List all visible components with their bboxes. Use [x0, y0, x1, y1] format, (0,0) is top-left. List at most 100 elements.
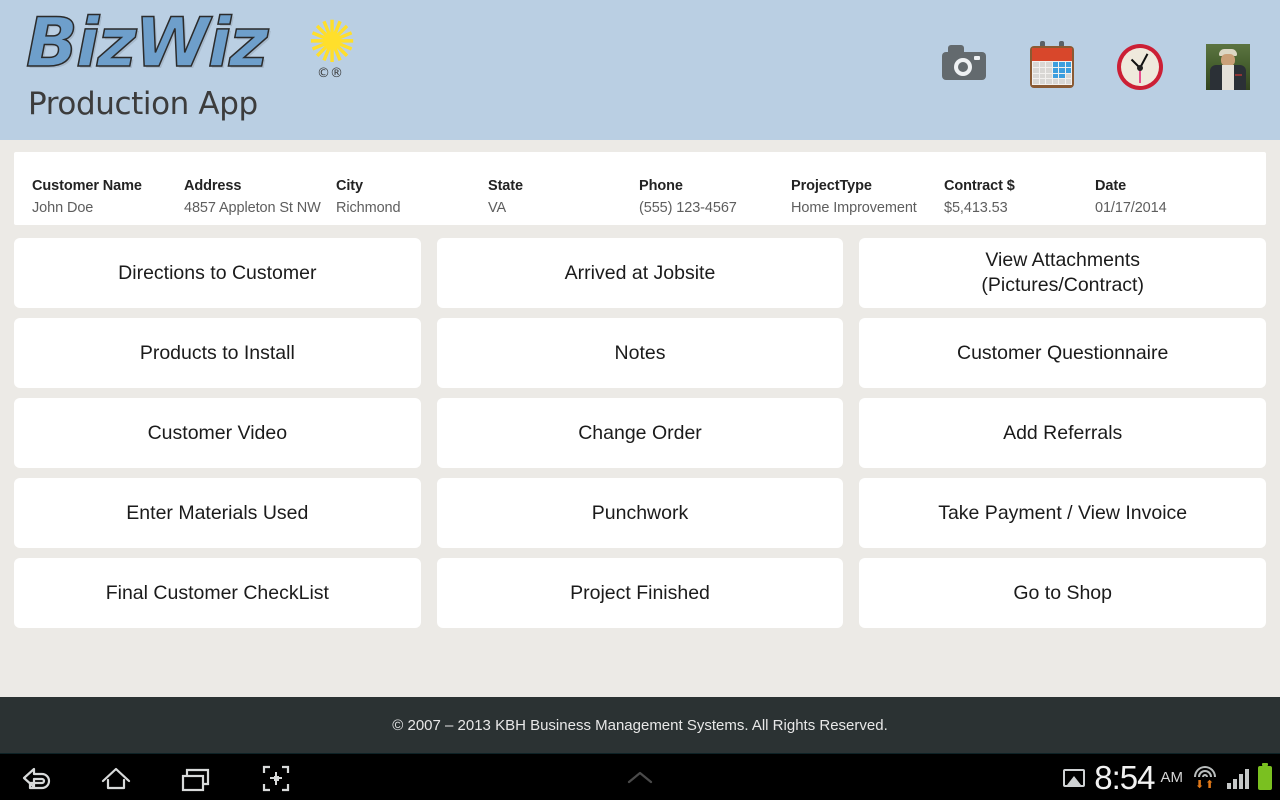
action-tile[interactable]: Directions to Customer	[14, 238, 421, 308]
info-field-label: Address	[184, 178, 242, 194]
action-tile[interactable]: Take Payment / View Invoice	[859, 478, 1267, 548]
action-tile-label: Directions to Customer	[118, 261, 317, 284]
info-field-label: Contract $	[944, 178, 1015, 194]
app-logo: BizWiz ✺ ©® Production App	[18, 8, 358, 130]
logo-wordmark: BizWiz	[25, 4, 269, 83]
copyright-text: © 2007 – 2013 KBH Business Management Sy…	[392, 716, 888, 734]
action-tile[interactable]: Change Order	[436, 398, 844, 468]
action-tile-label: Products to Install	[139, 341, 295, 364]
status-clock-time[interactable]: 8:54	[1094, 759, 1155, 797]
camera-flash	[974, 56, 980, 60]
action-tile[interactable]: Arrived at Jobsite	[436, 238, 844, 308]
customer-info-card: Customer Name John Doe Address 4857 Appleto…	[14, 152, 1266, 225]
info-field-label: Date	[1095, 178, 1127, 194]
chevron-up-icon[interactable]	[618, 766, 662, 790]
action-tile-label: View Attachments	[985, 249, 1140, 272]
action-tile[interactable]: Notes	[436, 318, 844, 388]
info-field: Phone (555) 123-4567	[639, 178, 737, 216]
header-icon-bar	[940, 38, 1252, 90]
info-field-value: (555) 123-4567	[639, 200, 737, 216]
calendar-header-band	[1032, 48, 1072, 61]
action-tile-label: Take Payment / View Invoice	[938, 501, 1188, 524]
action-tile[interactable]: Go to Shop	[859, 558, 1267, 628]
wifi-icon[interactable]: ⬇ ⬆	[1192, 765, 1218, 791]
camera-icon[interactable]	[940, 38, 988, 90]
info-field-value: VA	[488, 200, 507, 216]
action-tile[interactable]: Punchwork	[436, 478, 844, 548]
action-tile-sublabel: (Pictures/Contract)	[981, 274, 1144, 296]
action-tile-grid: Directions to Customer Arrived at Jobsite…	[14, 238, 1267, 638]
clock-icon[interactable]	[1116, 38, 1164, 90]
info-field-label: Customer Name	[32, 178, 142, 194]
action-tile-label: Project Finished	[570, 581, 710, 604]
info-field: Date 01/17/2014	[1095, 178, 1167, 216]
action-tile[interactable]: Final Customer CheckList	[14, 558, 421, 628]
action-tile[interactable]: Customer Video	[14, 398, 421, 468]
info-field-label: ProjectType	[791, 178, 872, 194]
info-field-value: 4857 Appleton St NW	[184, 200, 321, 216]
tile-row: Products to Install Notes Customer Questio…	[14, 318, 1267, 388]
info-field-label: Phone	[639, 178, 683, 194]
page-footer: © 2007 – 2013 KBH Business Management Sy…	[0, 697, 1280, 753]
home-icon[interactable]	[94, 756, 138, 800]
signal-icon[interactable]	[1227, 767, 1249, 789]
calendar-icon[interactable]	[1028, 38, 1076, 90]
clock-center-pin	[1137, 65, 1143, 71]
app-root: BizWiz ✺ ©® Production App Customer Name…	[0, 0, 1280, 800]
recent-apps-icon[interactable]	[174, 756, 218, 800]
action-tile[interactable]: Customer Questionnaire	[859, 318, 1267, 388]
star-icon: ✺	[307, 10, 357, 75]
info-field-value: John Doe	[32, 200, 94, 216]
tile-row: Final Customer CheckList Project Finished…	[14, 558, 1267, 628]
tile-row: Directions to Customer Arrived at Jobsite…	[14, 238, 1267, 308]
camera-lens-inner	[958, 62, 968, 72]
action-tile-label: Go to Shop	[1013, 581, 1112, 604]
tile-row: Customer Video Change Order Add Referrals	[14, 398, 1267, 468]
avatar-pocket-logo	[1235, 74, 1242, 76]
info-field-value: Richmond	[336, 200, 401, 216]
info-field: ProjectType Home Improvement	[791, 178, 917, 216]
app-header: BizWiz ✺ ©® Production App	[0, 0, 1280, 140]
logo-registered-mark: ©®	[317, 66, 343, 81]
info-field: State VA	[488, 178, 523, 216]
avatar-photo	[1206, 44, 1250, 90]
calendar-grid	[1032, 61, 1072, 85]
wifi-up-arrow: ⬆	[1205, 778, 1215, 791]
action-tile-label: Punchwork	[591, 501, 689, 524]
back-icon[interactable]	[14, 756, 58, 800]
status-clock-ampm: AM	[1160, 769, 1184, 786]
info-field-label: City	[336, 178, 363, 194]
info-field: City Richmond	[336, 178, 401, 216]
action-tile[interactable]: Enter Materials Used	[14, 478, 421, 548]
info-field-label: State	[488, 178, 523, 194]
nav-button-group	[14, 754, 298, 800]
info-field: Address 4857 Appleton St NW	[184, 178, 321, 216]
action-tile-label: Final Customer CheckList	[105, 581, 329, 604]
info-field-value: Home Improvement	[791, 200, 917, 216]
user-avatar[interactable]	[1204, 38, 1252, 90]
info-field: Customer Name John Doe	[32, 178, 142, 216]
action-tile-label: Change Order	[578, 421, 702, 444]
action-tile[interactable]: Add Referrals	[859, 398, 1267, 468]
info-field-value: $5,413.53	[944, 200, 1008, 216]
action-tile-label: Customer Video	[147, 421, 288, 444]
action-tile-label: Enter Materials Used	[126, 501, 309, 524]
main-content: Customer Name John Doe Address 4857 Appleto…	[0, 140, 1280, 697]
info-field: Contract $ $5,413.53	[944, 178, 1015, 216]
action-tile[interactable]: Project Finished	[436, 558, 844, 628]
action-tile-label: Notes	[614, 341, 666, 364]
action-tile-label: Arrived at Jobsite	[564, 261, 716, 284]
action-tile[interactable]: Products to Install	[14, 318, 421, 388]
screenshot-icon[interactable]	[254, 756, 298, 800]
logo-subtitle: Production App	[28, 86, 258, 122]
status-bar: 8:54 AM ⬇ ⬆	[1063, 754, 1272, 800]
info-field-value: 01/17/2014	[1095, 200, 1167, 216]
battery-icon[interactable]	[1258, 762, 1272, 790]
image-icon	[1063, 768, 1086, 787]
avatar-shirt	[1222, 65, 1234, 90]
android-navigation-bar: 8:54 AM ⬇ ⬆	[0, 753, 1280, 800]
wifi-down-arrow: ⬇	[1195, 778, 1205, 791]
action-tile-label: Customer Questionnaire	[957, 341, 1169, 364]
tile-row: Enter Materials Used Punchwork Take Paymen…	[14, 478, 1267, 548]
action-tile[interactable]: View Attachments (Pictures/Contract)	[859, 238, 1267, 308]
